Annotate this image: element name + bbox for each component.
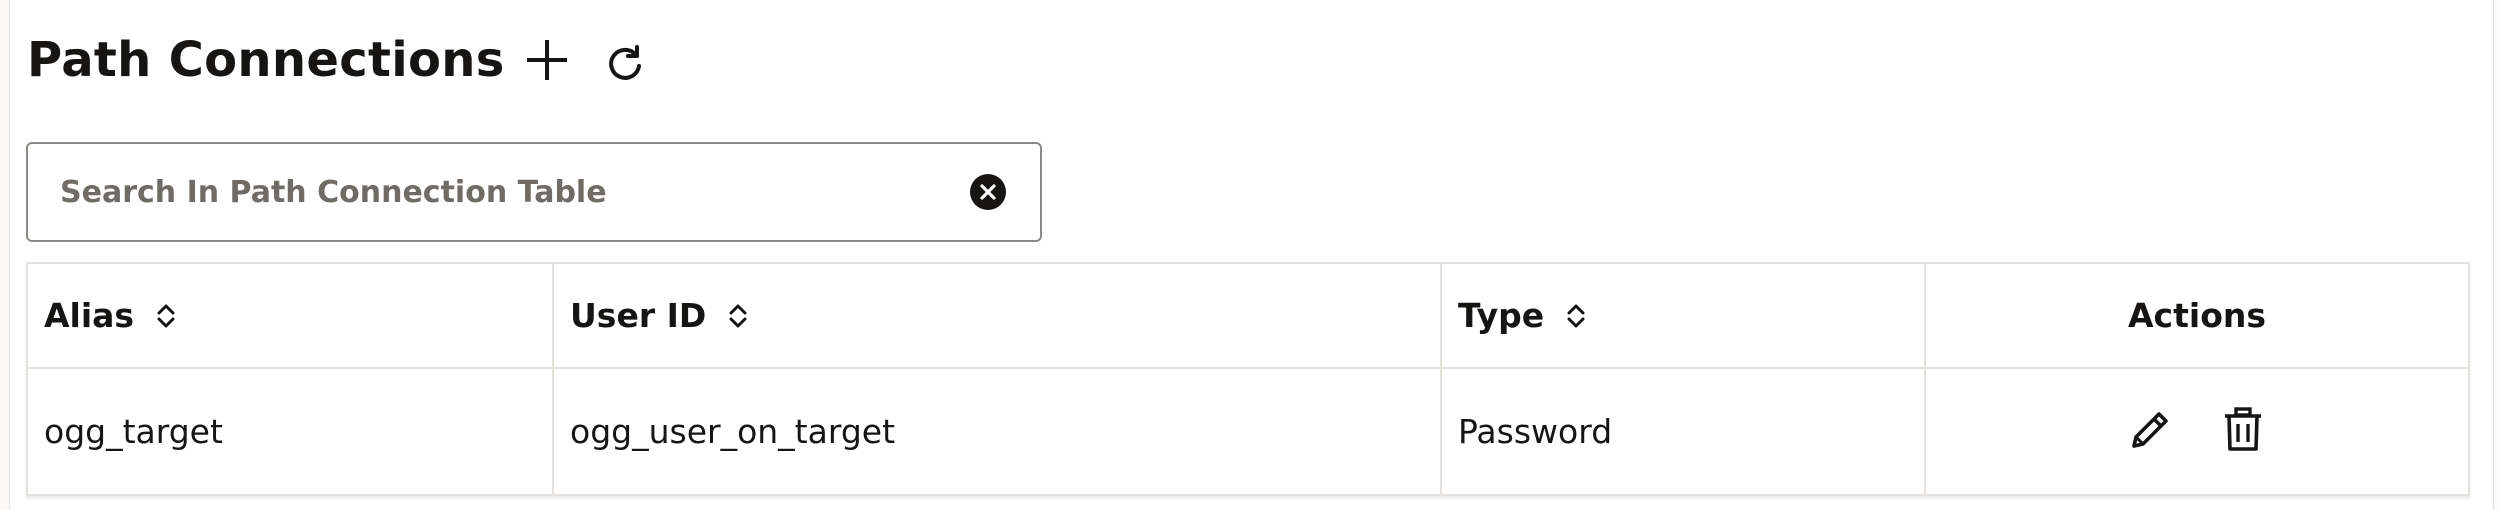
clear-search-button[interactable]: [970, 174, 1006, 210]
right-frame-edge: [2493, 0, 2500, 510]
page-header: Path Connections: [27, 22, 655, 98]
sort-icon[interactable]: [156, 301, 176, 331]
sort-icon[interactable]: [1566, 301, 1586, 331]
refresh-button[interactable]: [595, 34, 655, 94]
table-header-row: Alias User ID Type Actions: [28, 264, 2468, 368]
column-header-alias[interactable]: Alias: [28, 264, 554, 368]
cell-actions: [1925, 368, 2468, 494]
edit-button[interactable]: [2126, 404, 2176, 454]
column-header-user-id[interactable]: User ID: [553, 264, 1442, 368]
cell-type: Password: [1441, 368, 1926, 494]
clear-circle-icon: [980, 184, 996, 200]
path-connections-table: Alias User ID Type Actions ogg_target og…: [26, 262, 2470, 496]
add-connection-button[interactable]: [517, 30, 577, 90]
cell-alias: ogg_target: [28, 368, 554, 494]
column-header-actions: Actions: [1925, 264, 2468, 368]
cell-user-id: ogg_user_on_target: [553, 368, 1442, 494]
column-label: Alias: [44, 296, 135, 335]
delete-icon: [2225, 406, 2261, 451]
search-box: [26, 142, 1042, 242]
column-label: User ID: [570, 296, 707, 335]
column-header-type[interactable]: Type: [1441, 264, 1926, 368]
refresh-icon: [608, 45, 641, 80]
left-frame-edge: [0, 0, 10, 510]
delete-button[interactable]: [2218, 404, 2268, 454]
sort-icon[interactable]: [728, 301, 748, 331]
page-title: Path Connections: [27, 32, 505, 88]
table-row: ogg_target ogg_user_on_target Password: [28, 368, 2468, 494]
search-input[interactable]: [28, 144, 970, 240]
edit-icon: [2132, 411, 2168, 448]
plus-icon: [526, 40, 567, 80]
column-label: Actions: [2128, 296, 2266, 335]
column-label: Type: [1458, 296, 1545, 335]
